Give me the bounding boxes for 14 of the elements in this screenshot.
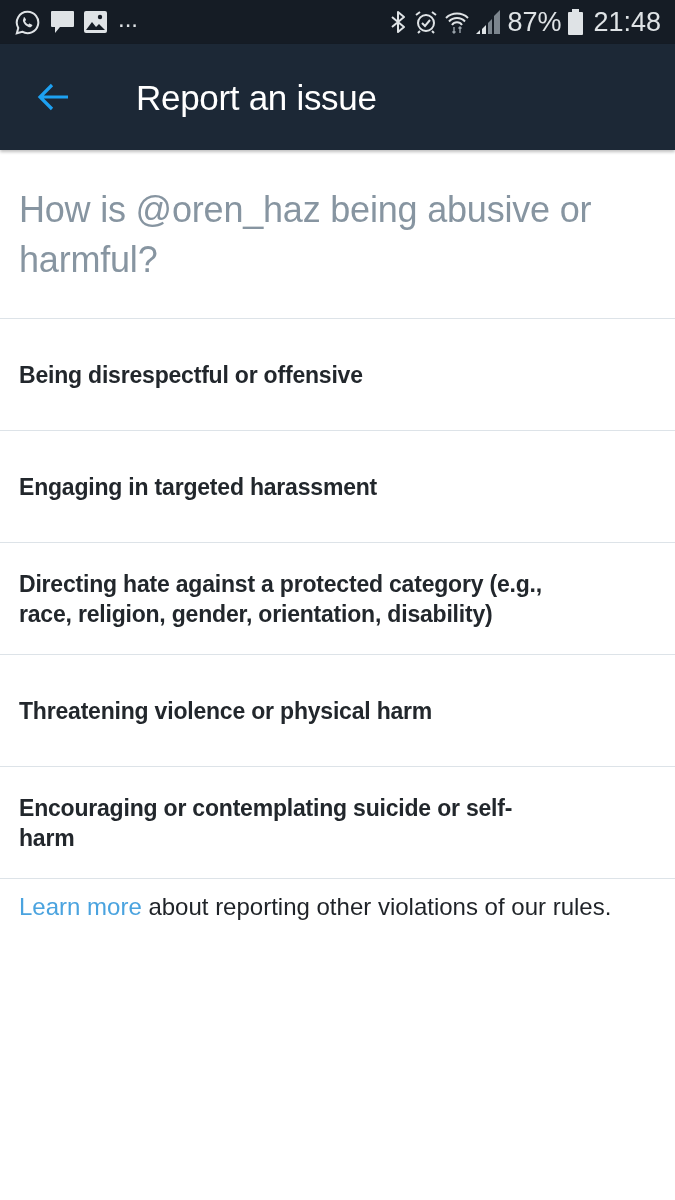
battery-percent-text: 87% bbox=[507, 8, 562, 36]
more-notifications-text: ... bbox=[118, 7, 138, 31]
app-bar-title: Report an issue bbox=[136, 79, 377, 115]
alarm-clock-icon bbox=[414, 10, 439, 34]
chat-bubble-icon bbox=[50, 10, 75, 34]
back-arrow-icon bbox=[37, 83, 69, 111]
phone-chat-icon bbox=[14, 8, 41, 36]
time-text: 21:48 bbox=[593, 8, 661, 36]
wifi-icon bbox=[445, 10, 470, 34]
bluetooth-icon bbox=[390, 10, 408, 34]
signal-icon bbox=[476, 10, 501, 34]
learn-more-sentence: Learn more about reporting other violations of our rules. bbox=[18, 892, 613, 922]
image-icon bbox=[84, 11, 107, 33]
battery-icon bbox=[568, 9, 584, 35]
